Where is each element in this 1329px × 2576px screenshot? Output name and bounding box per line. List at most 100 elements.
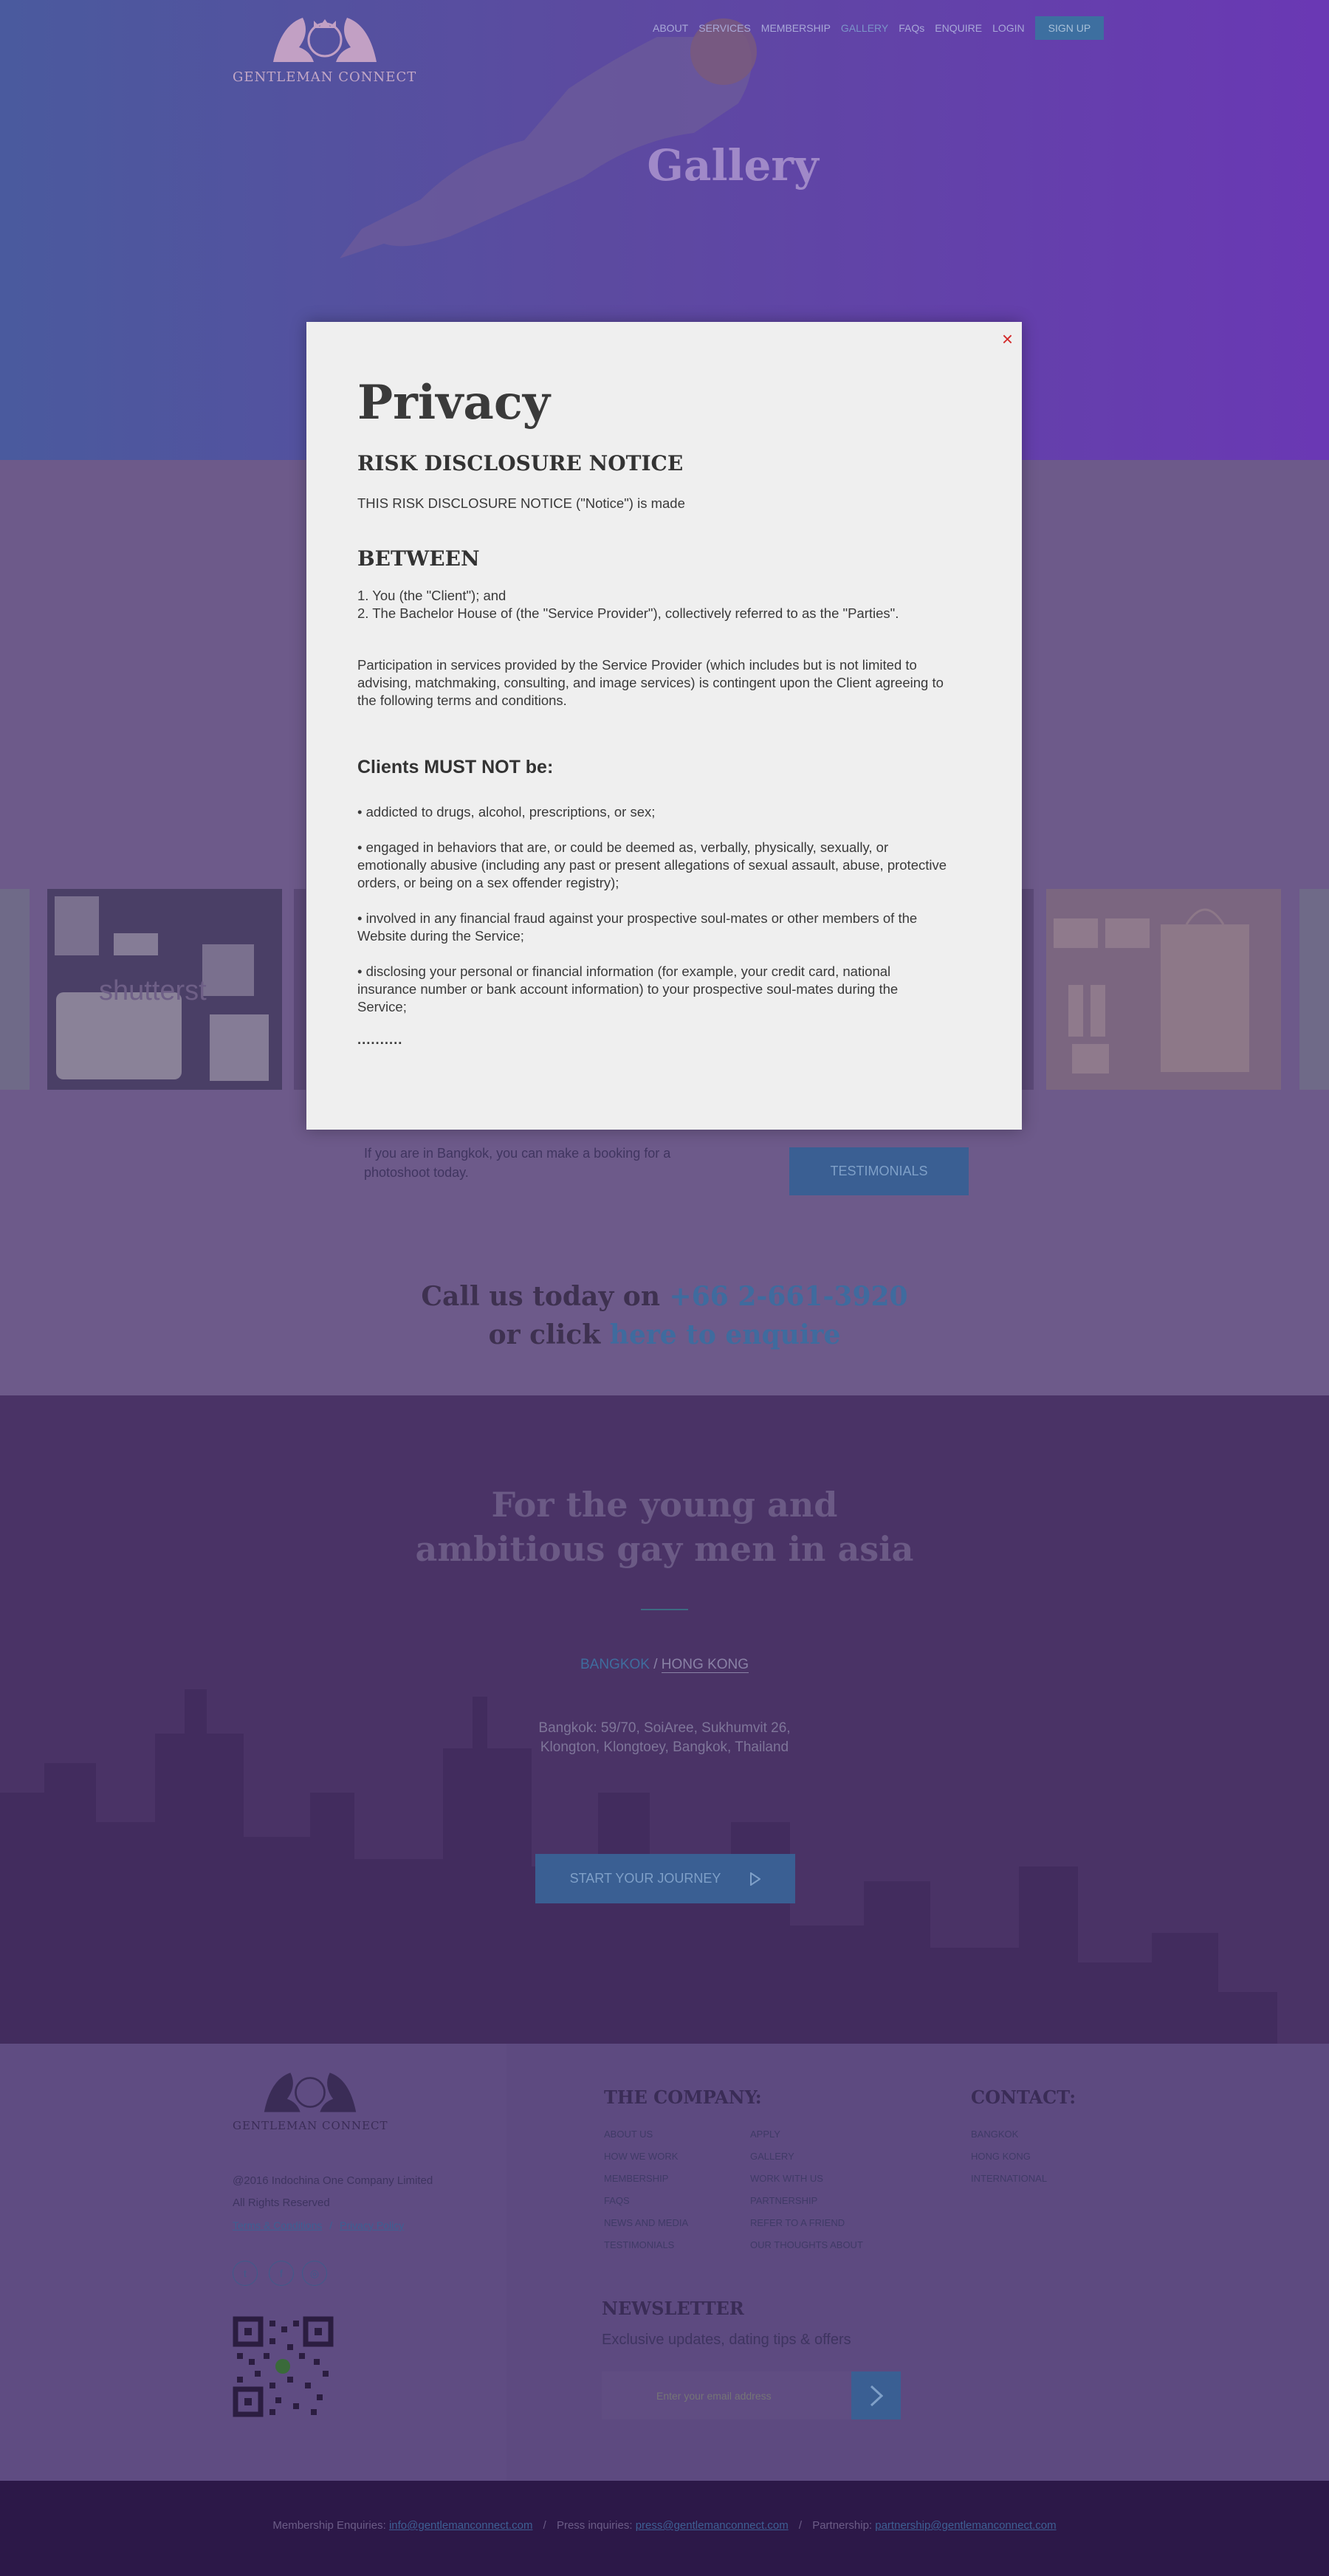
rule-item: • involved in any financial fraud agains… (357, 910, 918, 944)
contact-emails: Membership Enquiries: info@gentlemanconn… (0, 2519, 1329, 2532)
footer-link-apply[interactable]: APPLY (750, 2129, 780, 2140)
privacy-modal: × Privacy RISK DISCLOSURE NOTICE THIS RI… (306, 322, 1022, 1130)
signup-button[interactable]: SIGN UP (1034, 16, 1105, 40)
address: Bangkok: 59/70, SoiAree, Sukhumvit 26, K… (0, 1719, 1329, 1757)
newsletter-subtitle: Exclusive updates, dating tips & offers (602, 2332, 851, 2348)
instagram-icon[interactable]: ◎ (302, 2261, 327, 2286)
footer-link-partnership[interactable]: PARTNERSHIP (750, 2195, 817, 2206)
clients-heading: Clients MUST NOT be: (357, 757, 554, 777)
gallery-photo[interactable] (1299, 889, 1329, 1090)
footer-link-about-us[interactable]: ABOUT US (604, 2129, 653, 2140)
newsletter-submit-button[interactable] (851, 2371, 901, 2419)
ellipsis: .......... (357, 1031, 403, 1047)
city-hong-kong[interactable]: HONG KONG (661, 1657, 749, 1673)
footer-brand-name: GENTLEMAN CONNECT (233, 2119, 388, 2132)
stationery-image: shutterst (55, 896, 269, 1081)
nav-faqs[interactable]: FAQs (899, 22, 924, 34)
modal-title: Privacy (357, 375, 550, 430)
play-arrow-icon (750, 1872, 761, 1886)
gallery-photo[interactable] (0, 889, 30, 1090)
start-journey-button[interactable]: START YOUR JOURNEY (535, 1854, 795, 1903)
legal-divider: / (329, 2219, 333, 2231)
partnership-label: Partnership: (812, 2519, 876, 2532)
email-separator: / (543, 2519, 546, 2532)
contact-heading: CONTACT: (971, 2086, 1076, 2108)
footer-link-our-thoughts[interactable]: OUR THOUGHTS ABOUT (750, 2239, 863, 2250)
footer-logo[interactable]: GENTLEMAN CONNECT (233, 2066, 388, 2132)
main-nav: ABOUT SERVICES MEMBERSHIP GALLERY FAQs E… (653, 16, 1105, 40)
footer-link-gallery[interactable]: GALLERY (750, 2151, 794, 2162)
city-selector: BANGKOK / HONG KONG (0, 1657, 1329, 1673)
gallery-photo[interactable] (294, 889, 306, 1090)
phone-link[interactable]: +66 2-661-3920 (670, 1281, 908, 1312)
crest-icon (272, 18, 377, 62)
gallery-photo[interactable] (1046, 889, 1281, 1090)
tagline: For the young and ambitious gay men in a… (0, 1483, 1329, 1571)
brand-name: GENTLEMAN CONNECT (233, 69, 417, 85)
footer-link-faqs[interactable]: FAQS (604, 2195, 630, 2206)
address-line1: Bangkok: 59/70, SoiAree, Sukhumvit 26, (538, 1720, 791, 1736)
partnership-email-link[interactable]: partnership@gentlemanconnect.com (875, 2519, 1056, 2532)
terms-link[interactable]: Terms & Conditions (233, 2219, 322, 2231)
copyright: @2016 Indochina One Company Limited (233, 2174, 433, 2187)
modal-content: Privacy RISK DISCLOSURE NOTICE THIS RISK… (357, 375, 948, 1048)
between-item-1: 1. You (the "Client"); and (357, 588, 506, 603)
nav-gallery[interactable]: GALLERY (841, 22, 888, 34)
chevron-right-icon (870, 2385, 883, 2406)
rule-item: • engaged in behaviors that are, or coul… (357, 839, 947, 890)
watermark-text: shutterst (99, 975, 207, 1006)
city-bangkok[interactable]: BANGKOK (580, 1657, 650, 1672)
start-journey-label: START YOUR JOURNEY (569, 1871, 721, 1886)
between-item-2: 2. The Bachelor House of (the "Service P… (357, 605, 899, 621)
nav-about[interactable]: ABOUT (653, 22, 688, 34)
shopping-bag-image (1054, 908, 1249, 1074)
rule-item: • disclosing your personal or financial … (357, 964, 899, 1014)
qr-code-image (233, 2316, 334, 2417)
address-line2: Klongton, Klongtoey, Bangkok, Thailand (540, 1739, 789, 1755)
city-separator: / (649, 1657, 662, 1672)
tagline-line2: ambitious gay men in asia (415, 1529, 914, 1569)
participation-text: Participation in services provided by th… (357, 657, 944, 708)
email-separator: / (798, 2519, 803, 2532)
tagline-line1: For the young and (491, 1485, 838, 1525)
twitter-icon[interactable]: t (233, 2261, 258, 2286)
enquire-link[interactable]: here to enquire (610, 1319, 841, 1350)
between-heading: BETWEEN (357, 546, 480, 571)
risk-notice-text: THIS RISK DISCLOSURE NOTICE ("Notice") i… (357, 495, 685, 511)
footer-link-membership[interactable]: MEMBERSHIP (604, 2173, 668, 2184)
call-to-action: Call us today on +66 2-661-3920 or click… (0, 1277, 1329, 1354)
page-title: Gallery (647, 140, 819, 190)
footer-link-news-media[interactable]: NEWS AND MEDIA (604, 2217, 688, 2228)
newsletter-email-input[interactable] (602, 2371, 851, 2419)
nav-services[interactable]: SERVICES (698, 22, 751, 34)
membership-label: Membership Enquiries: (272, 2519, 389, 2532)
legal-links: Terms & Conditions / Privacy Policy (233, 2219, 404, 2231)
newsletter-heading: NEWSLETTER (602, 2298, 744, 2319)
rule-item: • addicted to drugs, alcohol, prescripti… (357, 804, 656, 820)
press-label: Press inquiries: (556, 2519, 636, 2532)
site-logo[interactable]: GENTLEMAN CONNECT (233, 10, 416, 85)
contact-hong-kong[interactable]: HONG KONG (971, 2151, 1031, 2162)
nav-login[interactable]: LOGIN (992, 22, 1025, 34)
footer-link-refer-friend[interactable]: REFER TO A FRIEND (750, 2217, 845, 2228)
contact-international[interactable]: INTERNATIONAL (971, 2173, 1047, 2184)
footer-link-how-we-work[interactable]: HOW WE WORK (604, 2151, 678, 2162)
footer-link-work-with-us[interactable]: WORK WITH US (750, 2173, 823, 2184)
close-icon[interactable]: × (1002, 329, 1013, 348)
facebook-icon[interactable]: f (269, 2261, 294, 2286)
call-prefix: Call us today on (421, 1281, 670, 1312)
gallery-photo[interactable] (1022, 889, 1034, 1090)
contact-bangkok[interactable]: BANGKOK (971, 2129, 1018, 2140)
company-heading: THE COMPANY: (604, 2086, 762, 2108)
press-email-link[interactable]: press@gentlemanconnect.com (636, 2519, 789, 2532)
footer-link-testimonials[interactable]: TESTIMONIALS (604, 2239, 674, 2250)
crest-icon (264, 2072, 357, 2112)
membership-email-link[interactable]: info@gentlemanconnect.com (389, 2519, 533, 2532)
click-prefix: or click (488, 1319, 610, 1350)
privacy-link[interactable]: Privacy Policy (340, 2219, 404, 2231)
rights-reserved: All Rights Reserved (233, 2197, 330, 2209)
testimonials-button[interactable]: TESTIMONIALS (789, 1147, 969, 1195)
nav-membership[interactable]: MEMBERSHIP (761, 22, 831, 34)
gallery-photo[interactable]: shutterst (47, 889, 282, 1090)
nav-enquire[interactable]: ENQUIRE (935, 22, 982, 34)
